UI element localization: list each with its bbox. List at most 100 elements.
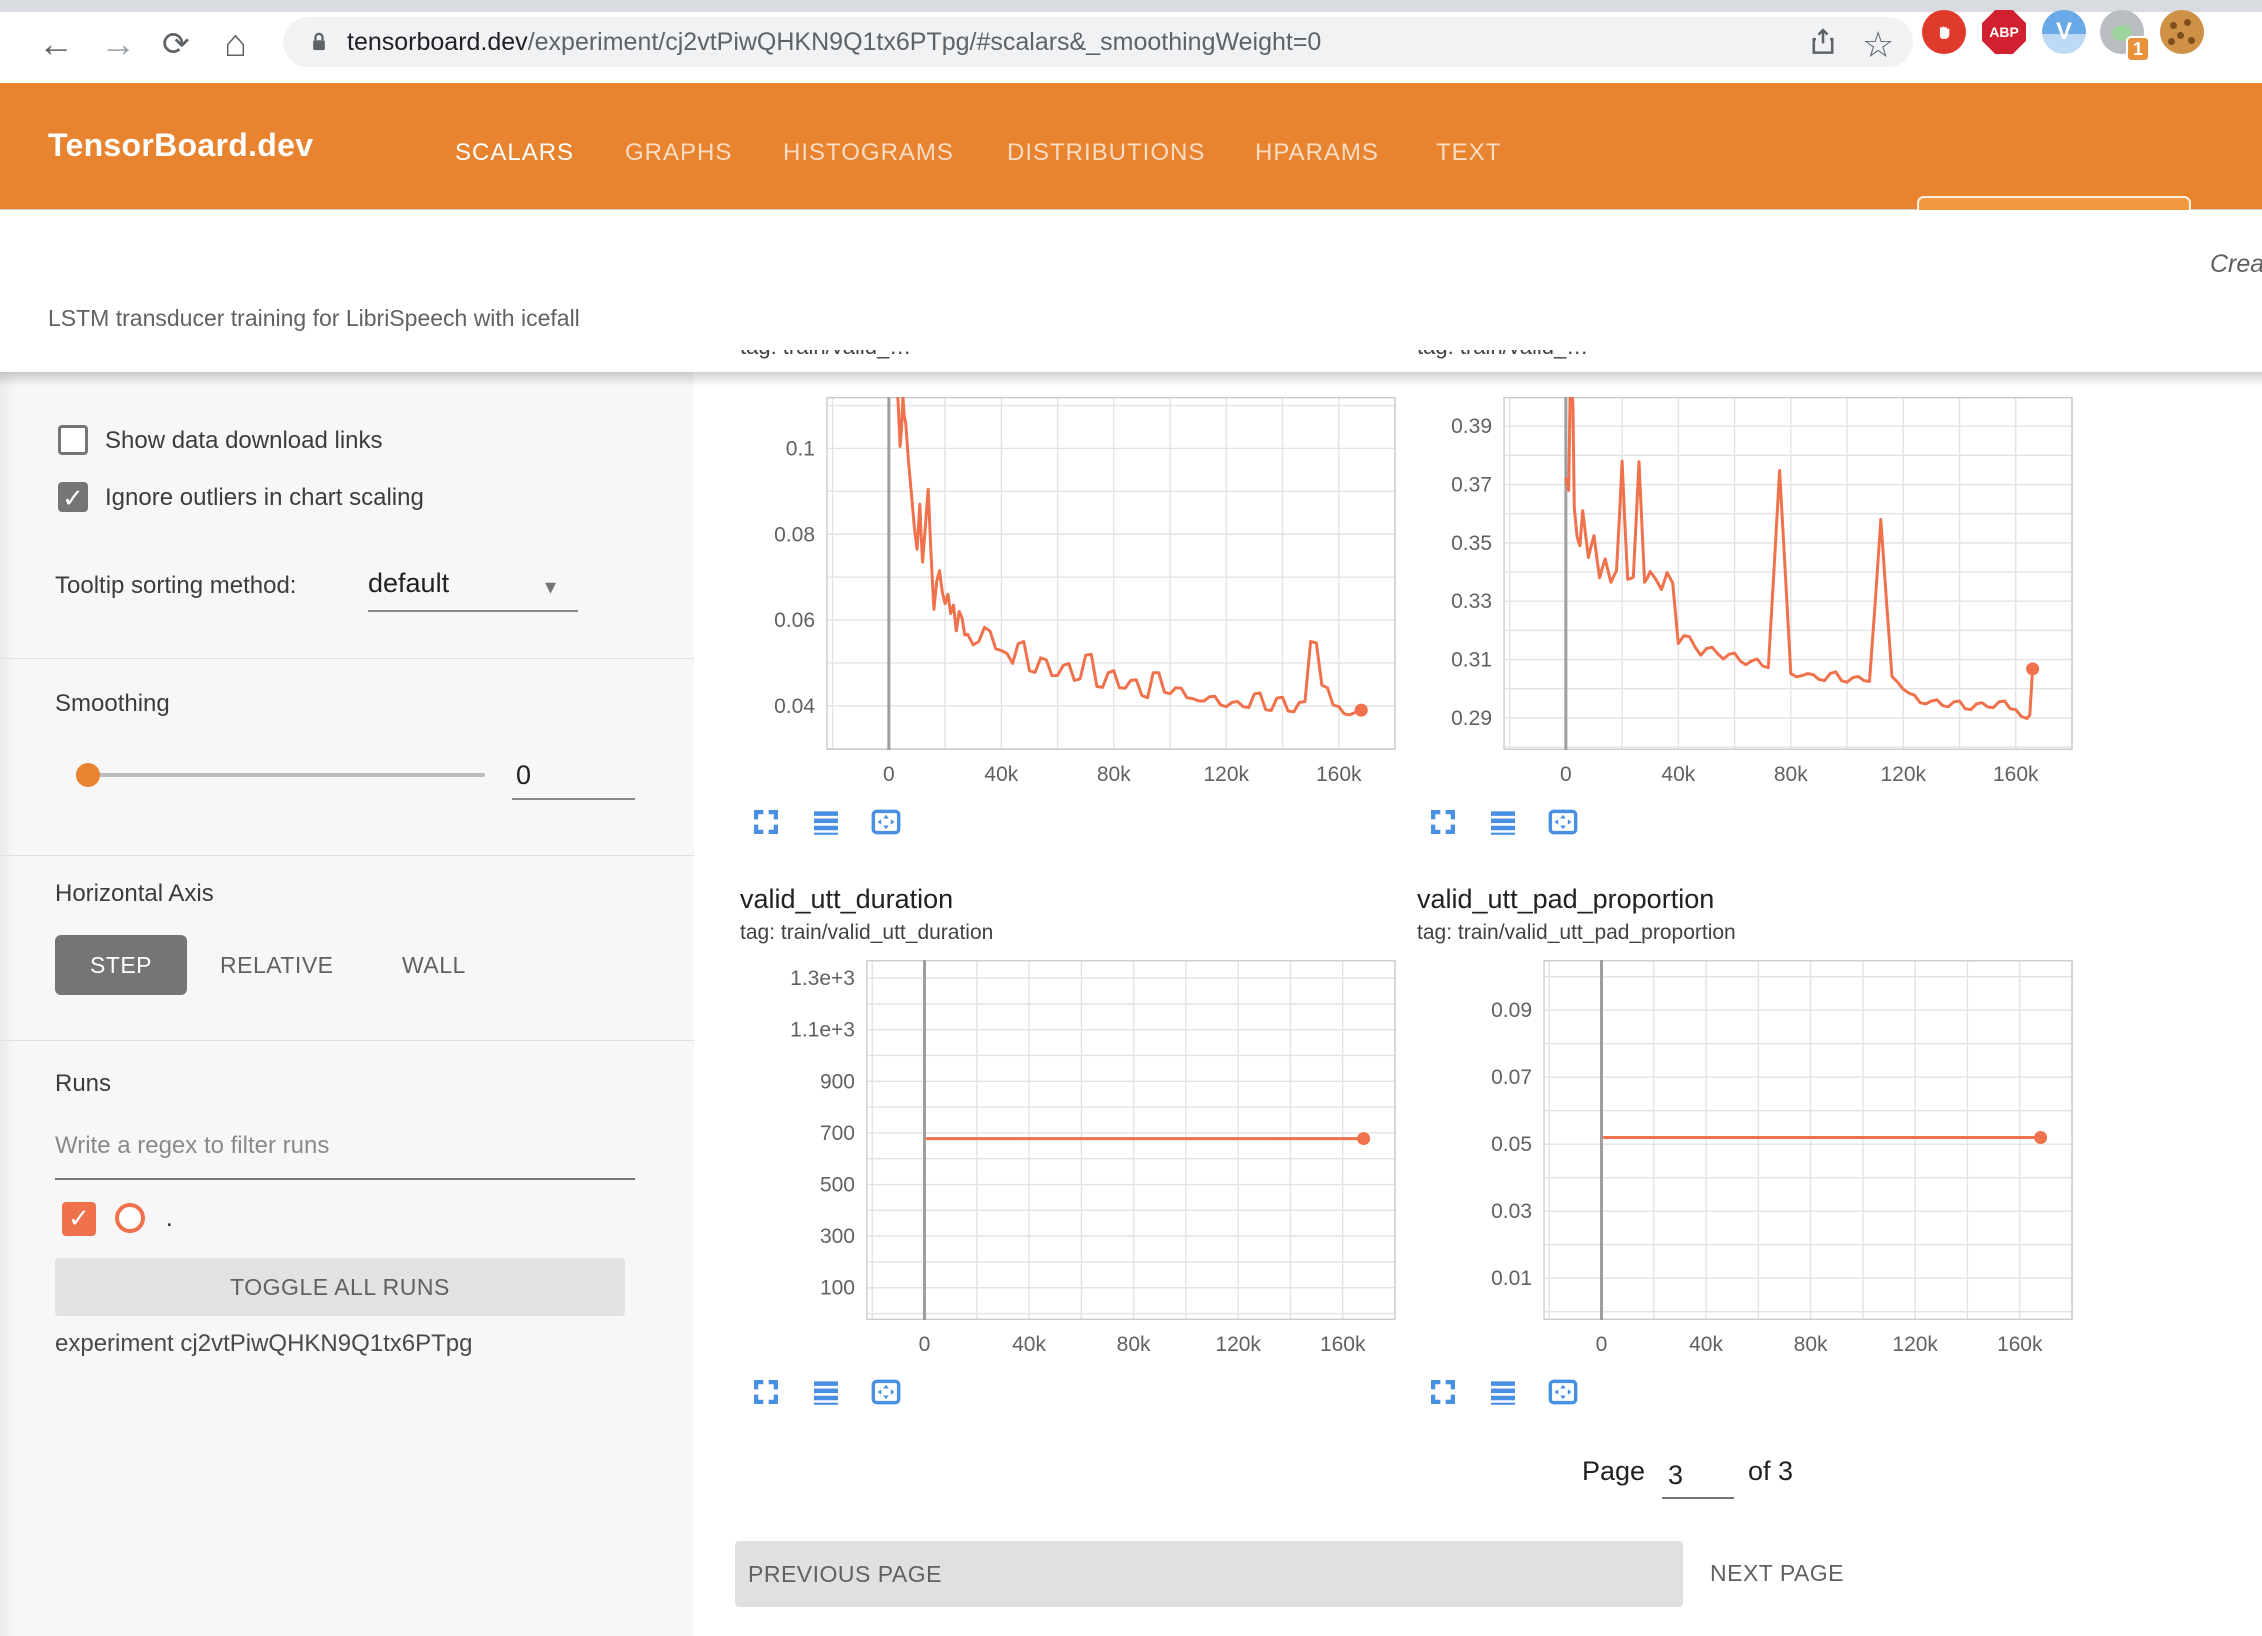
- smoothing-value[interactable]: 0: [516, 760, 531, 791]
- ignore-outliers-checkbox[interactable]: ✓: [58, 482, 88, 512]
- url-bar[interactable]: tensorboard.dev/experiment/cj2vtPiwQHKN9…: [283, 17, 1913, 67]
- chart-tag: tag: train/valid_utt_pad_proportion: [1417, 921, 1736, 945]
- smoothing-label: Smoothing: [55, 690, 170, 718]
- tab-graphs[interactable]: GRAPHS: [625, 139, 732, 167]
- svg-text:100: 100: [820, 1277, 855, 1300]
- svg-text:120k: 120k: [1215, 1333, 1261, 1356]
- smoothing-slider-track[interactable]: [80, 773, 485, 777]
- svg-text:0.33: 0.33: [1451, 590, 1492, 613]
- chart-plot[interactable]: 0.040.060.080.1040k80k120k160k: [740, 397, 1407, 795]
- svg-text:80k: 80k: [1774, 763, 1808, 786]
- runs-label: Runs: [55, 1070, 111, 1098]
- run-checkbox[interactable]: ✓: [62, 1202, 96, 1236]
- chart-plot[interactable]: 0.290.310.330.350.370.39040k80k120k160k: [1417, 397, 2084, 795]
- forward-icon[interactable]: →: [100, 26, 136, 62]
- svg-text:160k: 160k: [1997, 1333, 2043, 1356]
- vimium-extension-icon[interactable]: V: [2042, 10, 2086, 54]
- sidebar-divider: [0, 658, 694, 659]
- settings-sidebar: Show data download links ✓ Ignore outlie…: [0, 372, 694, 1636]
- lock-icon: [305, 28, 333, 56]
- svg-text:40k: 40k: [984, 763, 1018, 786]
- adblock-extension-icon[interactable]: [1922, 10, 1966, 54]
- fullscreen-chart-icon[interactable]: [750, 1376, 782, 1408]
- chart-title: valid_utt_pad_proportion: [1417, 884, 1714, 915]
- url-path: /experiment/cj2vtPiwQHKN9Q1tx6PTpg/#scal…: [528, 28, 1322, 56]
- refresh-icon[interactable]: ⟳: [162, 26, 190, 62]
- chart-toolbar: [750, 1376, 902, 1408]
- smoothing-slider-thumb[interactable]: [76, 763, 100, 787]
- fit-domain-icon[interactable]: [870, 1376, 902, 1408]
- tab-scalars[interactable]: SCALARS: [455, 139, 574, 167]
- tab-histograms[interactable]: HISTOGRAMS: [783, 139, 954, 167]
- fullscreen-chart-icon[interactable]: [1427, 806, 1459, 838]
- horizontal-axis-label: Horizontal Axis: [55, 880, 214, 908]
- chart-toolbar: [750, 806, 902, 838]
- chart-toolbar: [1427, 806, 1579, 838]
- tensorboard-logo: TensorBoard.dev: [48, 127, 313, 164]
- svg-text:0.04: 0.04: [774, 695, 815, 718]
- svg-text:120k: 120k: [1892, 1333, 1938, 1356]
- tab-distributions[interactable]: DISTRIBUTIONS: [1007, 139, 1205, 167]
- experiment-description: LSTM transducer training for LibriSpeech…: [48, 305, 580, 332]
- next-page-button[interactable]: NEXT PAGE: [1710, 1560, 1844, 1587]
- bookmark-star-icon[interactable]: ☆: [1862, 24, 1894, 66]
- svg-text:0.31: 0.31: [1451, 649, 1492, 672]
- log-scale-lines-icon[interactable]: [810, 1376, 842, 1408]
- fullscreen-chart-icon[interactable]: [750, 806, 782, 838]
- smoothing-value-underline: [512, 798, 635, 800]
- fit-domain-icon[interactable]: [870, 806, 902, 838]
- chart-plot[interactable]: 1003005007009001.1e+31.3e+3040k80k120k16…: [740, 960, 1407, 1365]
- back-icon[interactable]: ←: [38, 26, 74, 62]
- browser-tab-strip: [0, 0, 2262, 12]
- fullscreen-chart-icon[interactable]: [1427, 1376, 1459, 1408]
- abp-extension-icon[interactable]: ABP: [1982, 10, 2026, 54]
- svg-text:700: 700: [820, 1122, 855, 1145]
- tensorboard-header: TensorBoard.dev SCALARS GRAPHS HISTOGRAM…: [0, 83, 2262, 210]
- svg-text:0.39: 0.39: [1451, 415, 1492, 438]
- runs-filter-underline: [55, 1178, 635, 1180]
- run-color-swatch[interactable]: [115, 1203, 145, 1233]
- tooltip-sorting-label: Tooltip sorting method:: [55, 572, 296, 600]
- tooltip-sorting-select[interactable]: default: [368, 568, 449, 599]
- url-text: tensorboard.dev/experiment/cj2vtPiwQHKN9…: [347, 28, 1321, 57]
- log-scale-lines-icon[interactable]: [810, 806, 842, 838]
- page-number-input[interactable]: [1662, 1458, 1734, 1499]
- fit-domain-icon[interactable]: [1547, 1376, 1579, 1408]
- show-download-links-label: Show data download links: [105, 427, 383, 455]
- svg-text:0.29: 0.29: [1451, 707, 1492, 730]
- axis-relative-button[interactable]: RELATIVE: [220, 952, 334, 979]
- show-download-links-checkbox[interactable]: [58, 425, 88, 455]
- svg-text:0.05: 0.05: [1491, 1133, 1532, 1156]
- sidebar-divider: [0, 855, 694, 856]
- previous-page-button[interactable]: PREVIOUS PAGE: [735, 1541, 1683, 1607]
- svg-text:160k: 160k: [1320, 1333, 1366, 1356]
- ignore-outliers-label: Ignore outliers in chart scaling: [105, 484, 424, 512]
- profile-extension-icon[interactable]: 1: [2100, 10, 2144, 54]
- log-scale-lines-icon[interactable]: [1487, 1376, 1519, 1408]
- svg-text:300: 300: [820, 1225, 855, 1248]
- share-icon[interactable]: [1806, 25, 1840, 59]
- chevron-down-icon[interactable]: ▾: [545, 574, 556, 600]
- chart-plot[interactable]: 0.010.030.050.070.09040k80k120k160k: [1417, 960, 2084, 1365]
- page-of-label: of 3: [1748, 1456, 1793, 1487]
- cookie-extension-icon[interactable]: [2160, 10, 2204, 54]
- tab-hparams[interactable]: HPARAMS: [1255, 139, 1379, 167]
- chart-tag: tag: train/valid_utt_duration: [740, 921, 993, 945]
- svg-text:0: 0: [883, 763, 895, 786]
- url-host: tensorboard.dev: [347, 28, 528, 56]
- experiment-strip: Crea LSTM transducer training for LibriS…: [0, 210, 2262, 372]
- runs-filter-input[interactable]: [55, 1132, 615, 1160]
- tab-text[interactable]: TEXT: [1436, 139, 1501, 167]
- extension-badge: 1: [2126, 36, 2150, 62]
- fit-domain-icon[interactable]: [1547, 806, 1579, 838]
- sidebar-divider: [0, 1040, 694, 1041]
- svg-text:120k: 120k: [1204, 763, 1250, 786]
- axis-step-button[interactable]: STEP: [55, 935, 187, 995]
- log-scale-lines-icon[interactable]: [1487, 806, 1519, 838]
- toggle-all-runs-button[interactable]: TOGGLE ALL RUNS: [55, 1258, 625, 1316]
- axis-wall-button[interactable]: WALL: [402, 952, 466, 979]
- svg-text:0.09: 0.09: [1491, 999, 1532, 1022]
- svg-text:80k: 80k: [1117, 1333, 1151, 1356]
- stop-hand-icon: [1931, 19, 1957, 45]
- home-icon[interactable]: ⌂: [224, 26, 247, 62]
